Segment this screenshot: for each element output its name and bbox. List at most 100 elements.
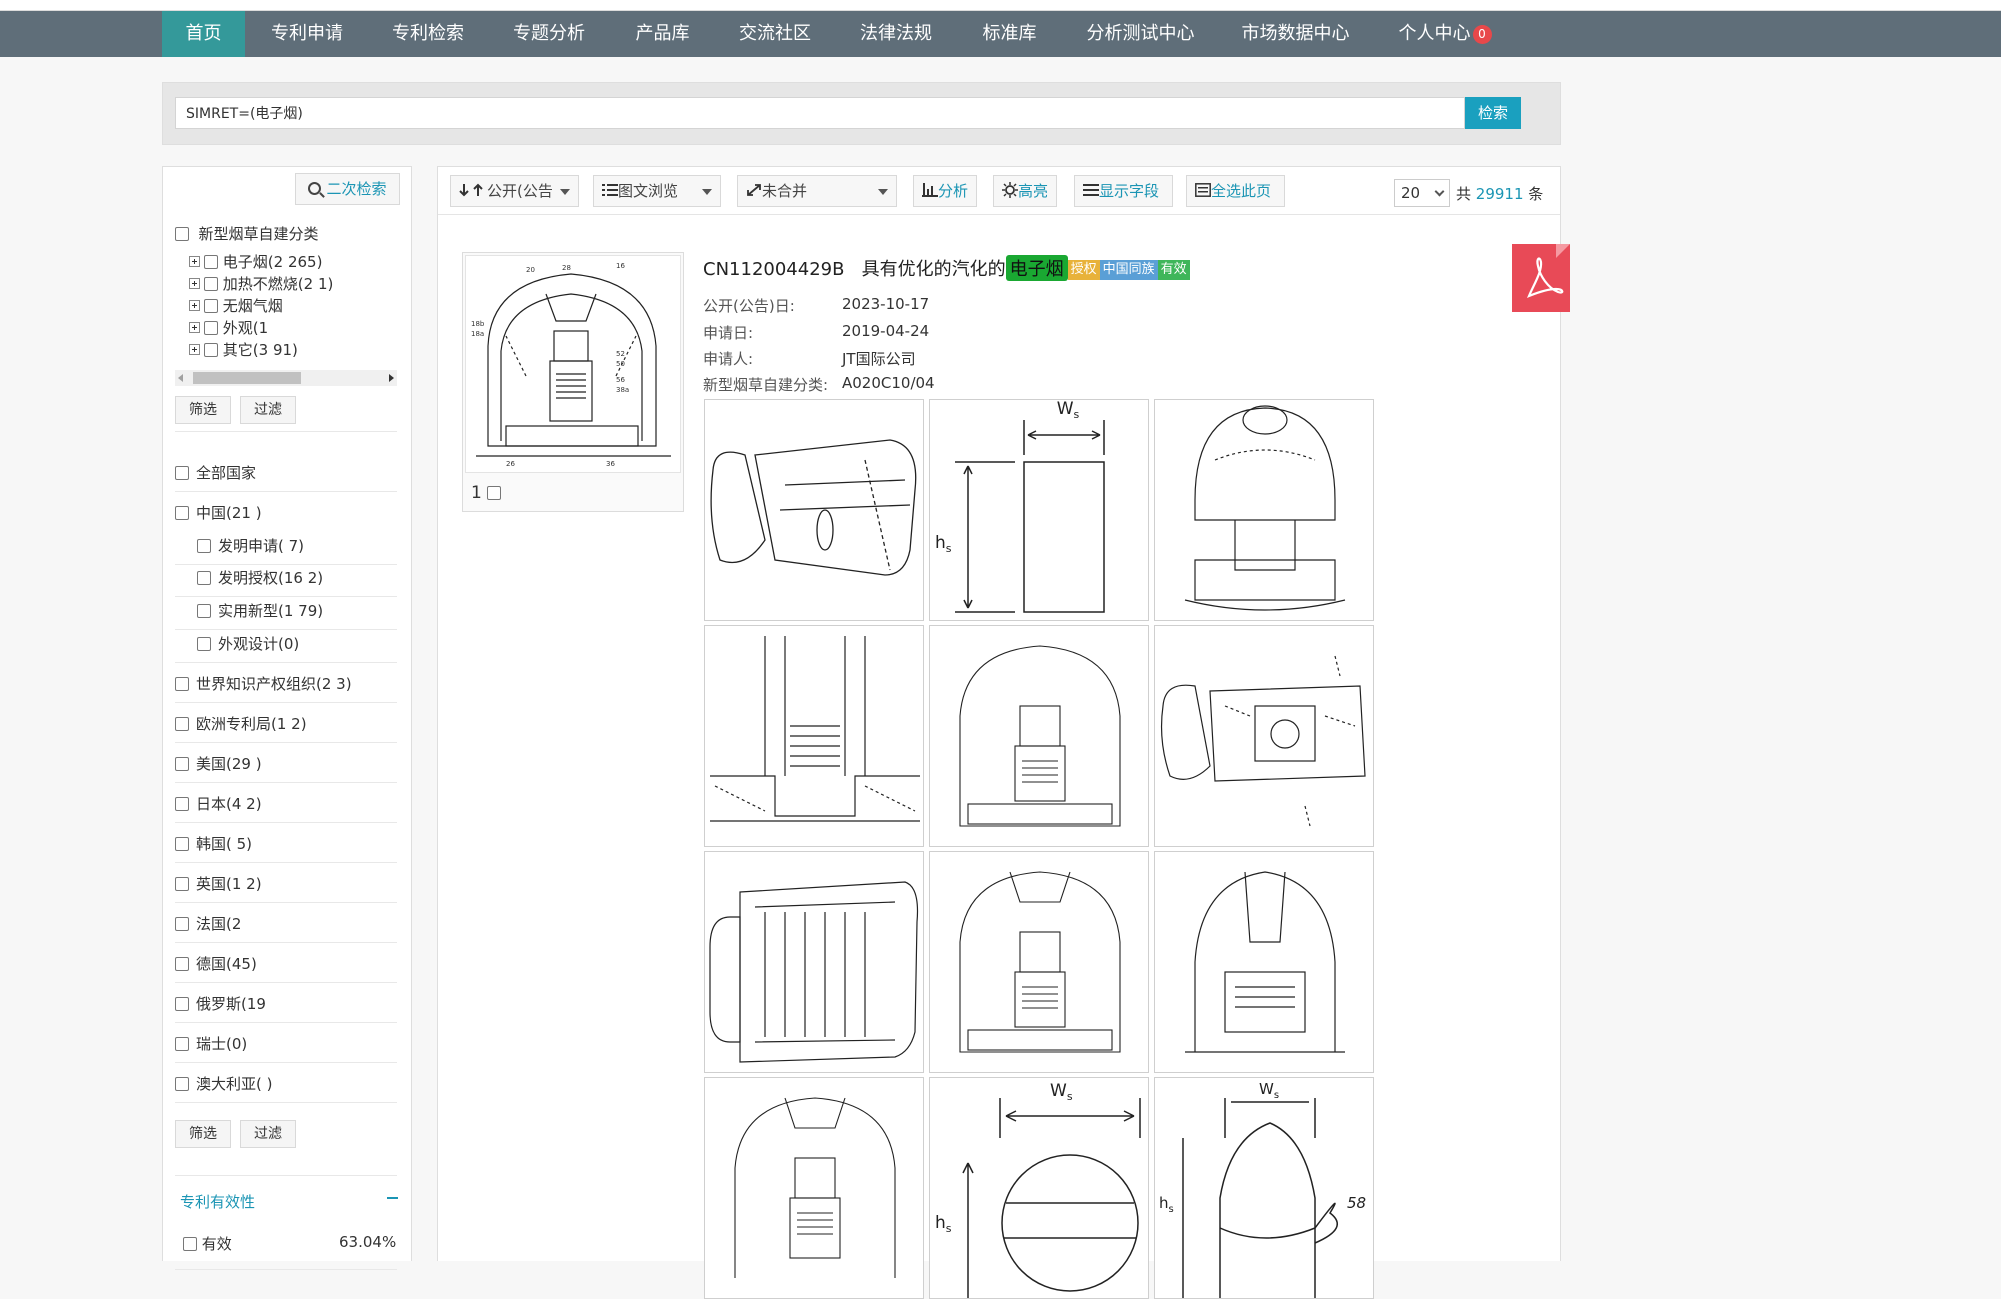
country-filter-item[interactable]: 全部国家 [175,462,256,483]
validity-section-title[interactable]: 专利有效性 [180,1191,255,1212]
nav-topic-analysis[interactable]: 专题分析 [499,11,599,57]
nav-user-center[interactable]: 个人中心 0 [1390,11,1500,57]
checkbox[interactable] [197,539,211,553]
scroll-left-icon[interactable] [178,374,183,382]
filter-button[interactable]: 筛选 [175,396,231,424]
country-filter-item[interactable]: 法国(2 [175,913,241,934]
expand-icon[interactable] [189,344,200,355]
nav-laws[interactable]: 法律法规 [846,11,946,57]
pdf-download-icon[interactable] [1512,244,1570,312]
checkbox[interactable] [175,797,189,811]
scroll-thumb[interactable] [193,372,301,384]
checkbox[interactable] [204,255,218,269]
select-page-button[interactable]: 全选此页 [1186,175,1285,207]
checkbox[interactable] [175,1037,189,1051]
search-button[interactable]: 检索 [1465,97,1521,129]
merge-dropdown[interactable]: 未合并 [737,175,897,207]
country-filter-item[interactable]: 发明申请( 7) [197,535,304,556]
nav-market-data[interactable]: 市场数据中心 [1228,11,1363,57]
sort-dropdown[interactable]: 公开(公告 [450,175,579,207]
patent-figure[interactable] [704,399,924,621]
checkbox[interactable] [175,677,189,691]
checkbox[interactable] [183,1237,197,1251]
expand-icon[interactable] [189,256,200,267]
display-fields-button[interactable]: 显示字段 [1074,175,1173,207]
patent-figure[interactable]: Ws hs 58 [1154,1077,1374,1299]
checkbox[interactable] [175,877,189,891]
category-tree-root[interactable]: 新型烟草自建分类 [175,223,319,244]
scroll-right-icon[interactable] [389,374,394,382]
nav-standards[interactable]: 标准库 [967,11,1052,57]
patent-figure[interactable]: Ws hs [929,399,1149,621]
checkbox[interactable] [175,506,189,520]
nav-product-lib[interactable]: 产品库 [620,11,705,57]
checkbox[interactable] [204,277,218,291]
checkbox[interactable] [175,837,189,851]
patent-figure[interactable]: Ws hs [929,1077,1149,1299]
exclude-button[interactable]: 过滤 [240,396,296,424]
patent-figure[interactable] [1154,625,1374,847]
country-filter-item[interactable]: 德国(45) [175,953,257,974]
category-item[interactable]: 其它(3 91) [189,339,298,360]
patent-figure[interactable] [704,625,924,847]
checkbox[interactable] [175,757,189,771]
category-item[interactable]: 加热不燃烧(2 1) [189,273,333,294]
checkbox[interactable] [197,571,211,585]
checkbox[interactable] [175,466,189,480]
nav-patent-search[interactable]: 专利检索 [378,11,478,57]
view-mode-dropdown[interactable]: 图文浏览 [593,175,721,207]
result-select-checkbox[interactable] [487,486,502,500]
nav-test-center[interactable]: 分析测试中心 [1073,11,1208,57]
checkbox[interactable] [175,717,189,731]
publication-number[interactable]: CN112004429B [703,259,844,280]
exclude-button[interactable]: 过滤 [240,1120,296,1148]
nav-community[interactable]: 交流社区 [725,11,825,57]
country-filter-item[interactable]: 日本(4 2) [175,793,262,814]
checkbox[interactable] [175,917,189,931]
analyze-button[interactable]: 分析 [913,175,977,207]
category-item[interactable]: 无烟气烟 [189,295,283,316]
patent-figure[interactable] [704,851,924,1073]
checkbox[interactable] [175,957,189,971]
checkbox[interactable] [175,1077,189,1091]
page-size-select[interactable]: 20 [1394,179,1450,207]
expand-icon[interactable] [189,300,200,311]
country-filter-item[interactable]: 美国(29 ) [175,753,262,774]
expand-icon[interactable] [189,278,200,289]
horizontal-scrollbar[interactable] [175,370,397,386]
expand-icon[interactable] [189,322,200,333]
country-filter-item[interactable]: 实用新型(1 79) [197,600,323,621]
title-text[interactable]: 具有优化的汽化的 [862,259,1006,280]
secondary-search-button[interactable]: 二次检索 [295,173,400,205]
patent-figure[interactable] [1154,851,1374,1073]
checkbox[interactable] [204,299,218,313]
country-filter-item[interactable]: 瑞士(0) [175,1033,247,1054]
search-input[interactable] [175,97,1465,129]
patent-figure[interactable] [704,1077,924,1299]
patent-figure[interactable] [929,851,1149,1073]
country-filter-item[interactable]: 英国(1 2) [175,873,262,894]
patent-figure[interactable] [929,625,1149,847]
collapse-icon[interactable] [387,1197,398,1199]
result-title[interactable]: CN112004429B 具有优化的汽化的 电子烟 授权 中国同族 有效 [703,255,1190,281]
highlight-button[interactable]: 高亮 [993,175,1057,207]
filter-button[interactable]: 筛选 [175,1120,231,1148]
country-filter-item[interactable]: 外观设计(0) [197,633,299,654]
nav-patent-apply[interactable]: 专利申请 [257,11,357,57]
category-item[interactable]: 外观(1 [189,317,268,338]
country-filter-item[interactable]: 澳大利亚( ) [175,1073,272,1094]
category-item[interactable]: 电子烟(2 265) [189,251,322,272]
country-filter-item[interactable]: 欧洲专利局(1 2) [175,713,307,734]
country-filter-item[interactable]: 俄罗斯(19 [175,993,266,1014]
checkbox[interactable] [175,227,189,241]
country-filter-item[interactable]: 世界知识产权组织(2 3) [175,673,352,694]
checkbox[interactable] [204,343,218,357]
nav-home[interactable]: 首页 [162,11,245,57]
checkbox[interactable] [197,637,211,651]
result-thumbnail-card[interactable]: 20 28 16 18b 18a 52 50 56 38a 26 36 1 [462,252,684,512]
patent-figure[interactable] [1154,399,1374,621]
checkbox[interactable] [204,321,218,335]
country-filter-item[interactable]: 韩国( 5) [175,833,252,854]
checkbox[interactable] [197,604,211,618]
validity-item[interactable]: 有效 [183,1233,232,1254]
